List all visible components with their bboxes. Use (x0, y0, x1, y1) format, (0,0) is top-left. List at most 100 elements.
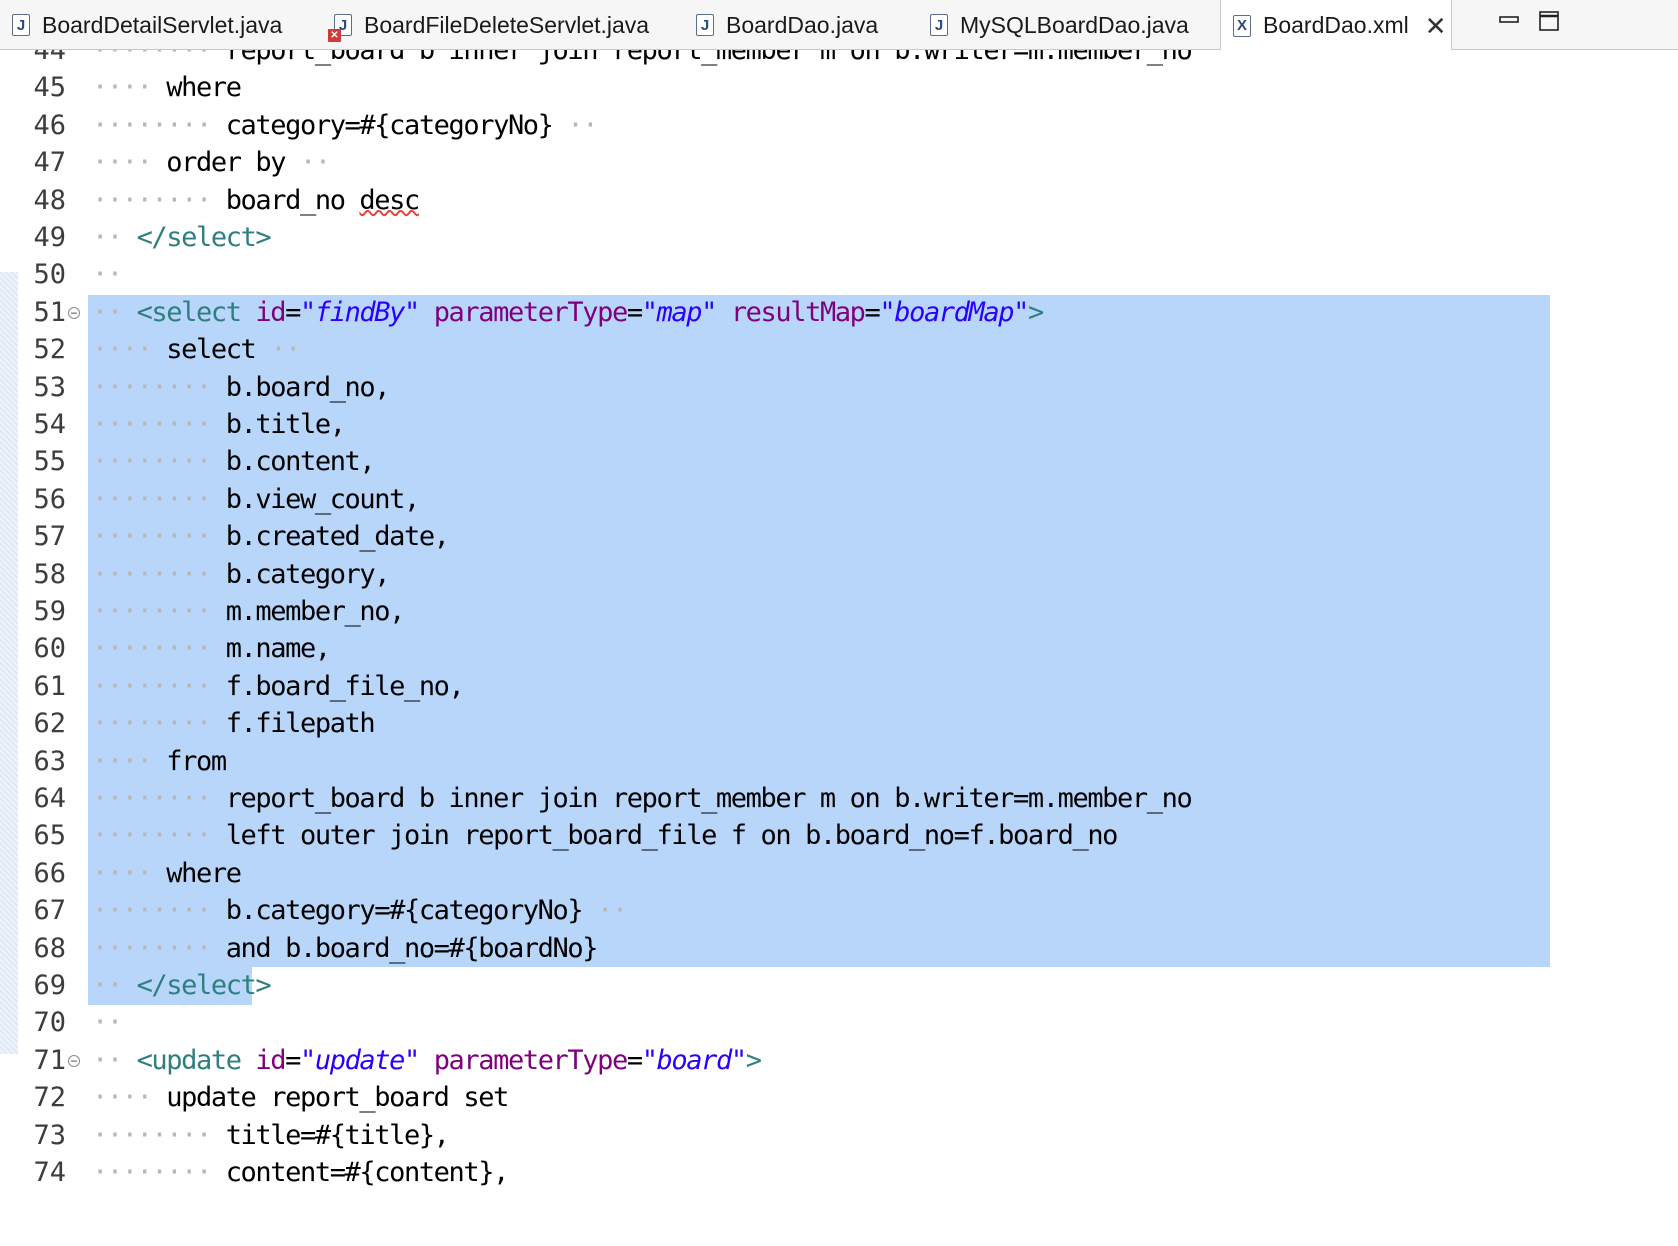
code-text: ········ b.content, (92, 443, 376, 481)
whitespace-marker: ·· (92, 222, 137, 253)
line-number: 53 (33, 371, 66, 403)
tab-label: BoardDao.java (726, 11, 879, 38)
code-line[interactable]: 69 ·· </select> (0, 967, 1678, 1005)
tab-boardfiledeleteservlet[interactable]: J ✕ BoardFileDeleteServlet.java (328, 0, 650, 50)
code-line[interactable]: 59 ········ m.member_no, (0, 593, 1678, 631)
code-text: ········ b.category, (92, 556, 391, 594)
code-line[interactable]: 65 ········ left outer join report_board_… (0, 817, 1678, 855)
code-token: "board" (641, 1044, 747, 1076)
code-text: ···· where (92, 855, 242, 893)
tab-boarddao-xml[interactable]: X BoardDao.xml ✕ (1220, 0, 1452, 51)
code-text: ········ report_board b inner join repor… (92, 50, 1193, 70)
close-tab-icon[interactable]: ✕ (1425, 13, 1447, 39)
whitespace-marker: ········ (92, 932, 226, 964)
tab-label: BoardDao.xml (1263, 12, 1409, 38)
code-line[interactable]: 47 ···· order by ·· (0, 144, 1678, 182)
fold-collapse-icon[interactable]: − (68, 306, 80, 319)
code-token: b.category=#{categoryNo} (225, 895, 584, 927)
code-token: b.title, (225, 409, 346, 440)
code-text: ········ b.category=#{categoryNo} ·· (92, 892, 628, 930)
code-line[interactable]: 50 ·· (0, 256, 1678, 294)
code-line[interactable]: 58 ········ b.category, (0, 556, 1678, 594)
code-token: parameterType (433, 1044, 629, 1076)
line-number: 58 (33, 558, 66, 590)
line-number: 48 (33, 184, 66, 216)
line-number: 71 (33, 1044, 66, 1076)
code-text: ········ board_no desc (92, 182, 420, 220)
tab-boarddao-java[interactable]: J BoardDao.java (696, 0, 878, 50)
code-token: > (1027, 296, 1044, 328)
line-number: 59 (33, 596, 66, 627)
line-number: 55 (33, 446, 66, 478)
code-token: ·· (285, 147, 331, 179)
code-token: ·· (552, 109, 598, 141)
code-line[interactable]: 70 ·· (0, 1004, 1678, 1042)
minimize-icon[interactable] (1498, 10, 1520, 32)
whitespace-marker: ········ (92, 446, 226, 478)
code-token: ·· (582, 895, 628, 927)
code-line[interactable]: 48 ········ board_no desc (0, 182, 1678, 220)
code-token: b.category, (225, 558, 391, 590)
code-line[interactable]: 67 ········ b.category=#{categoryNo} ·· (0, 892, 1678, 930)
code-line[interactable]: 60 ········ m.name, (0, 630, 1678, 668)
code-text: ···· order by ·· (92, 144, 331, 182)
code-line[interactable]: 52 ···· select ·· (0, 331, 1678, 369)
code-line[interactable]: 54 ········ b.title, (0, 406, 1678, 444)
tab-mysqlboarddao[interactable]: J MySQLBoardDao.java (930, 0, 1189, 50)
code-line[interactable]: 62 ········ f.filepath (0, 705, 1678, 743)
java-file-icon: J (696, 14, 714, 36)
code-line[interactable]: 44 ········ report_board b inner join rep… (0, 50, 1678, 70)
code-text: ········ content=#{content}, (92, 1154, 509, 1192)
code-token: <update (136, 1044, 256, 1076)
code-text: ·· </select> (92, 219, 272, 257)
line-number: 63 (33, 745, 66, 777)
whitespace-marker: ········ (92, 895, 226, 927)
whitespace-marker: ········ (92, 820, 226, 852)
code-line[interactable]: 71− ·· <update id="update" parameterType=… (0, 1042, 1678, 1080)
tab-boarddetailservlet[interactable]: J BoardDetailServlet.java (12, 0, 282, 50)
code-editor[interactable]: 44 ········ report_board b inner join rep… (0, 50, 1678, 1246)
code-line[interactable]: 55 ········ b.content, (0, 443, 1678, 481)
code-line[interactable]: 49 ·· </select> (0, 219, 1678, 257)
line-number: 51 (33, 296, 66, 328)
code-line[interactable]: 68 ········ and b.board_no=#{boardNo} (0, 930, 1678, 968)
code-token: = (285, 296, 301, 328)
code-line[interactable]: 45 ···· where (0, 69, 1678, 107)
code-token: f.board_file_no, (225, 670, 465, 702)
code-line[interactable]: 64 ········ report_board b inner join rep… (0, 780, 1678, 818)
code-token: b.board_no, (225, 371, 391, 403)
code-token: category=#{categoryNo} (225, 109, 554, 141)
code-line[interactable]: 72 ···· update report_board set (0, 1079, 1678, 1117)
code-text: ·· <select id="findBy" parameterType="ma… (92, 294, 1044, 332)
code-line[interactable]: 57 ········ b.created_date, (0, 518, 1678, 556)
code-line[interactable]: 61 ········ f.board_file_no, (0, 668, 1678, 706)
code-token: </select> (136, 222, 272, 253)
code-line[interactable]: 51− ·· <select id="findBy" parameterType=… (0, 294, 1678, 332)
line-number: 67 (33, 895, 66, 927)
code-text: ···· select ·· (92, 331, 301, 369)
line-number: 52 (33, 334, 66, 366)
code-line[interactable]: 73 ········ title=#{title}, (0, 1117, 1678, 1155)
code-token: report_board b inner join report_member … (225, 50, 1193, 66)
code-text: ········ b.view_count, (92, 481, 420, 519)
line-number: 46 (33, 109, 66, 141)
whitespace-marker: ········ (92, 371, 226, 403)
code-line[interactable]: 63 ···· from (0, 743, 1678, 781)
line-number: 69 (33, 970, 66, 1001)
code-line[interactable]: 74 ········ content=#{content}, (0, 1154, 1678, 1192)
code-text: ·· </select> (92, 967, 272, 1005)
code-text: ········ and b.board_no=#{boardNo} (92, 930, 598, 968)
tab-label: BoardFileDeleteServlet.java (364, 11, 650, 38)
maximize-icon[interactable] (1538, 10, 1560, 32)
tab-label: MySQLBoardDao.java (960, 11, 1189, 38)
code-text: ········ b.title, (92, 406, 346, 444)
code-token: update report_board set (166, 1082, 509, 1114)
code-text: ·· (92, 1004, 137, 1042)
code-line[interactable]: 46 ········ category=#{categoryNo} ·· (0, 107, 1678, 145)
code-line[interactable]: 66 ···· where (0, 855, 1678, 893)
code-line[interactable]: 56 ········ b.view_count, (0, 481, 1678, 519)
code-line[interactable]: 53 ········ b.board_no, (0, 369, 1678, 407)
code-token: report_board b inner join report_member … (225, 783, 1193, 814)
whitespace-marker: ········ (92, 633, 226, 665)
fold-collapse-icon[interactable]: − (68, 1054, 80, 1067)
